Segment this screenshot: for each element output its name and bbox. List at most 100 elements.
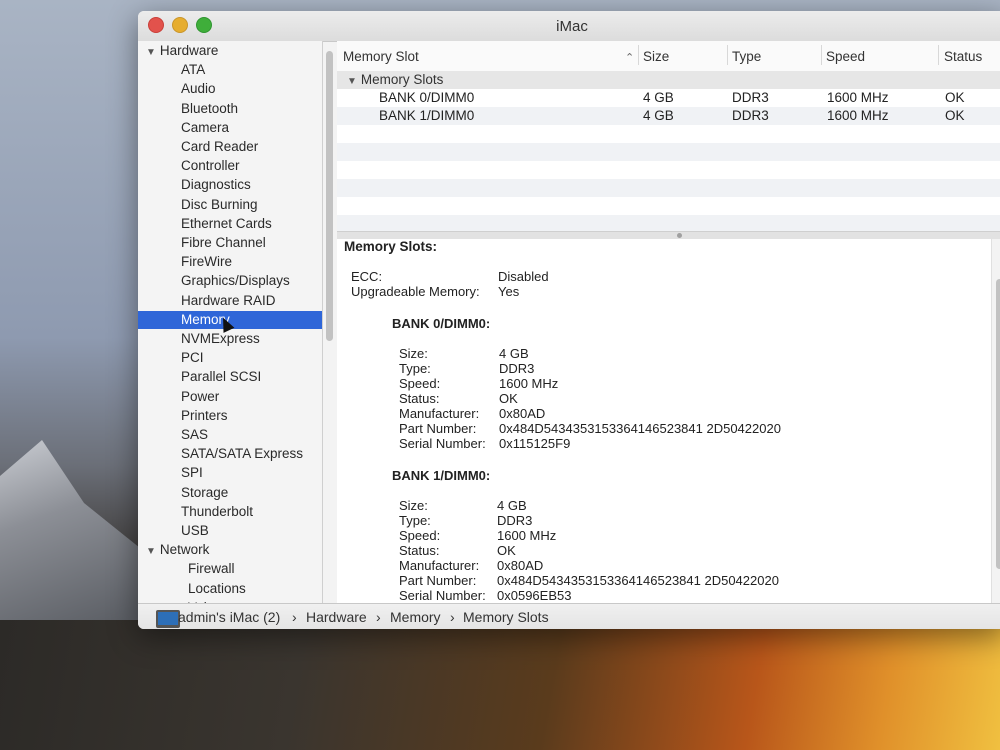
sidebar-item-disc-burning[interactable]: Disc Burning — [138, 196, 322, 214]
sidebar-section-network[interactable]: ▼ Network — [138, 541, 322, 561]
group-row-memory-slots[interactable]: ▼ Memory Slots — [337, 71, 1000, 89]
empty-row — [337, 161, 1000, 179]
sidebar-item-ata[interactable]: ATA — [138, 61, 322, 79]
sidebar-item-audio[interactable]: Audio — [138, 80, 322, 98]
sidebar-item-ethernet-cards[interactable]: Ethernet Cards — [138, 215, 322, 233]
size-label: Size: — [399, 498, 428, 513]
empty-row — [337, 143, 1000, 161]
sidebar-item-sata-sata-express[interactable]: SATA/SATA Express — [138, 445, 322, 463]
column-size[interactable]: Size — [643, 49, 669, 64]
sidebar-item-pci[interactable]: PCI — [138, 349, 322, 367]
splitter-handle-icon[interactable] — [677, 233, 682, 238]
sidebar-section-label: Hardware — [159, 43, 219, 58]
type-value: DDR3 — [499, 361, 535, 376]
table-row[interactable]: BANK 1/DIMM0 4 GB DDR3 1600 MHz OK — [337, 107, 1000, 125]
upgradeable-value: Yes — [498, 284, 520, 299]
manufacturer-label: Manufacturer: — [399, 406, 480, 421]
path-bar: admin's iMac (2) › Hardware › Memory › M… — [138, 603, 1000, 629]
serial-number-value: 0x115125F9 — [499, 436, 571, 451]
table-header: Memory Slot ⌃ Size Type Speed Status — [337, 41, 1000, 72]
sidebar-item-spi[interactable]: SPI — [138, 464, 322, 482]
sidebar-item-fibre-channel[interactable]: Fibre Channel — [138, 234, 322, 252]
sidebar-item-parallel-scsi[interactable]: Parallel SCSI — [138, 368, 322, 386]
sidebar-item-firewall[interactable]: Firewall — [138, 560, 322, 578]
sidebar-item-usb[interactable]: USB — [138, 522, 322, 540]
part-number-label: Part Number: — [399, 421, 477, 436]
detail-pane: Memory Slots: ECC: Disabled Upgradeable … — [337, 239, 991, 603]
sidebar-item-bluetooth[interactable]: Bluetooth — [138, 100, 322, 118]
path-hardware[interactable]: Hardware — [306, 604, 367, 629]
speed-value: 1600 MHz — [497, 528, 557, 543]
sidebar-item-thunderbolt[interactable]: Thunderbolt — [138, 503, 322, 521]
status-value: OK — [497, 543, 516, 558]
type-label: Type: — [399, 513, 431, 528]
sidebar-scrollbar[interactable] — [326, 51, 333, 341]
serial-number-label: Serial Number: — [399, 436, 486, 451]
memory-slot-table: Memory Slot ⌃ Size Type Speed Status ▼ Me… — [337, 41, 1000, 233]
bank-1-title: BANK 1/DIMM0: — [392, 468, 491, 483]
sidebar-item-hardware-raid[interactable]: Hardware RAID — [138, 292, 322, 310]
table-row[interactable]: BANK 0/DIMM0 4 GB DDR3 1600 MHz OK — [337, 89, 1000, 107]
sidebar-item-diagnostics[interactable]: Diagnostics — [138, 176, 322, 194]
wallpaper-mountain — [0, 440, 140, 620]
speed-value: 1600 MHz — [499, 376, 559, 391]
serial-number-label: Serial Number: — [399, 588, 486, 603]
sidebar-item-power[interactable]: Power — [138, 388, 322, 406]
status-label: Status: — [399, 543, 440, 558]
detail-title: Memory Slots: — [344, 239, 438, 254]
path-separator: › — [450, 609, 455, 625]
sidebar-item-controller[interactable]: Controller — [138, 157, 322, 175]
disclosure-triangle-icon[interactable]: ▼ — [146, 44, 156, 62]
ecc-value: Disabled — [498, 269, 549, 284]
manufacturer-value: 0x80AD — [499, 406, 546, 421]
ecc-label: ECC: — [351, 269, 383, 284]
imac-icon — [156, 610, 180, 628]
detail-scrollbar[interactable] — [991, 239, 1000, 603]
sidebar-item-locations[interactable]: Locations — [138, 580, 322, 598]
sidebar-section-hardware[interactable]: ▼ Hardware — [138, 42, 322, 62]
type-label: Type: — [399, 361, 431, 376]
sort-ascending-icon: ⌃ — [625, 52, 635, 64]
sidebar-item-sas[interactable]: SAS — [138, 426, 322, 444]
part-number-value: 0x484D5434353153364146523841 2D50422020 — [497, 573, 779, 588]
status-label: Status: — [399, 391, 440, 406]
path-separator: › — [292, 609, 297, 625]
column-status[interactable]: Status — [944, 49, 982, 64]
column-speed[interactable]: Speed — [826, 49, 865, 64]
detail-scroll-thumb[interactable] — [996, 279, 1000, 569]
path-memory[interactable]: Memory — [390, 604, 441, 629]
serial-number-value: 0x0596EB53 — [497, 588, 572, 603]
sidebar-item-storage[interactable]: Storage — [138, 484, 322, 502]
column-type[interactable]: Type — [732, 49, 761, 64]
sidebar-item-camera[interactable]: Camera — [138, 119, 322, 137]
speed-label: Speed: — [399, 376, 441, 391]
size-value: 4 GB — [497, 498, 527, 513]
manufacturer-label: Manufacturer: — [399, 558, 480, 573]
part-number-label: Part Number: — [399, 573, 477, 588]
wallpaper-foliage — [0, 620, 1000, 750]
sidebar-item-graphics-displays[interactable]: Graphics/Displays — [138, 272, 322, 290]
type-value: DDR3 — [497, 513, 533, 528]
size-label: Size: — [399, 346, 428, 361]
sidebar-item-printers[interactable]: Printers — [138, 407, 322, 425]
path-computer[interactable]: admin's iMac (2) — [178, 604, 280, 629]
part-number-value: 0x484D5434353153364146523841 2D50422020 — [499, 421, 781, 436]
sidebar-item-card-reader[interactable]: Card Reader — [138, 138, 322, 156]
title-bar[interactable]: iMac — [138, 11, 1000, 42]
empty-row — [337, 125, 1000, 143]
empty-row — [337, 197, 1000, 215]
bank-0-title: BANK 0/DIMM0: — [392, 316, 491, 331]
system-information-window: iMac ▼ Hardware ATA Audio Bluetooth Camera Car… — [138, 11, 1000, 629]
disclosure-triangle-icon[interactable]: ▼ — [146, 543, 156, 561]
status-value: OK — [499, 391, 518, 406]
path-separator: › — [376, 609, 381, 625]
upgradeable-label: Upgradeable Memory: — [351, 284, 480, 299]
sidebar-item-firewire[interactable]: FireWire — [138, 253, 322, 271]
sidebar-section-label: Network — [159, 542, 210, 558]
size-value: 4 GB — [499, 346, 529, 361]
window-title: iMac — [556, 18, 588, 35]
sidebar-item-nvmexpress[interactable]: NVMExpress — [138, 330, 322, 348]
column-memory-slot[interactable]: Memory Slot — [343, 49, 419, 64]
path-memory-slots[interactable]: Memory Slots — [463, 604, 549, 629]
empty-row — [337, 179, 1000, 197]
